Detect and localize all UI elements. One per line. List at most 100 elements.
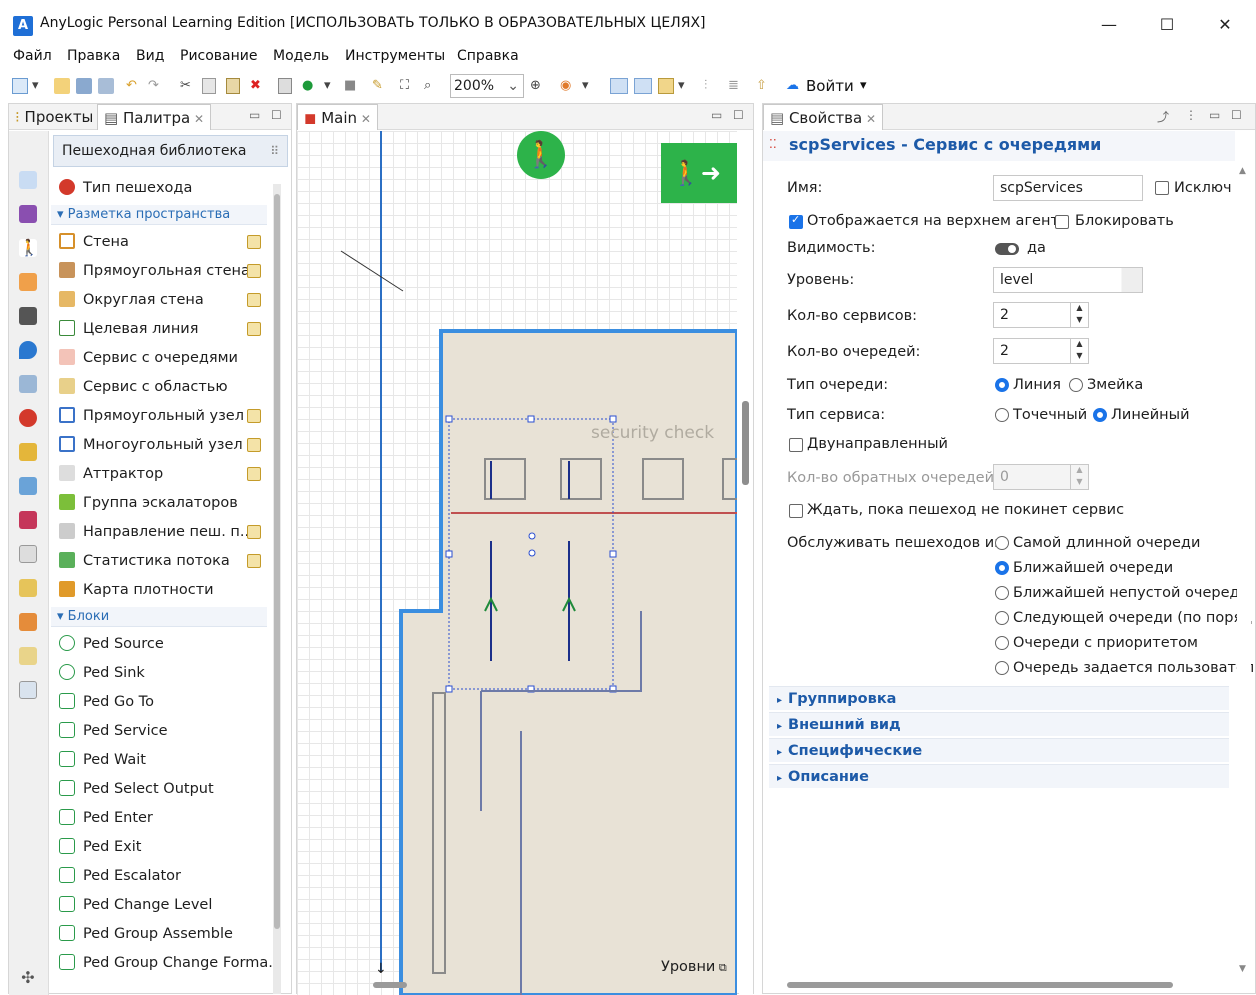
edit-pencil-icon[interactable] [247, 322, 261, 336]
menu-file[interactable]: Файл [13, 48, 52, 64]
exclude-checkbox[interactable] [1155, 181, 1169, 195]
menu-model[interactable]: Модель [273, 48, 329, 64]
selection-handle[interactable] [609, 415, 617, 423]
ped-source-icon[interactable]: 🚶 [517, 131, 565, 179]
queues-count-stepper[interactable]: ▲ ▼ [1070, 338, 1088, 364]
palette-item-space[interactable]: Аттрактор [59, 463, 163, 485]
tab-main[interactable]: ◼ Main ✕ [297, 104, 378, 130]
pin-view-icon[interactable]: ⤴ [1157, 108, 1169, 125]
palette-item-block[interactable]: Ped Escalator [59, 865, 181, 887]
services-count-input[interactable]: 2 ▲ ▼ [993, 302, 1089, 328]
sidebar-connectivity-icon[interactable] [19, 579, 37, 597]
view-menu-icon[interactable]: ⋮ [1185, 108, 1197, 122]
cut-icon[interactable]: ✂ [180, 78, 191, 94]
palette-item-space[interactable]: Целевая линия [59, 318, 198, 340]
scroll-up-arrow-icon[interactable]: ▲ [1239, 166, 1246, 176]
distribute-icon[interactable]: ≣ [728, 78, 739, 94]
align-icon[interactable]: ⫶ [704, 78, 707, 94]
edit-pencil-icon[interactable] [247, 409, 261, 423]
queues-count-input[interactable]: 2 ▲ ▼ [993, 338, 1089, 364]
palette-item-space[interactable]: Направление пеш. п... [59, 521, 254, 543]
edit-pencil-icon[interactable] [247, 293, 261, 307]
close-icon[interactable]: ✕ [190, 112, 204, 126]
minimize-button[interactable]: — [1094, 10, 1124, 40]
dropdown-arrow-icon[interactable]: ▾ [32, 78, 39, 94]
sidebar-rail-icon[interactable] [19, 273, 37, 291]
selection-handle[interactable] [445, 550, 453, 558]
layers-dropdown-icon[interactable]: ▾ [582, 78, 589, 94]
serve-from-radio[interactable] [995, 561, 1009, 575]
spread-icon[interactable]: ⇧ [756, 78, 767, 94]
palette-item-block[interactable]: Ped Go To [59, 691, 154, 713]
copy-icon[interactable] [202, 78, 216, 94]
sidebar-library-icon[interactable] [19, 681, 37, 699]
property-group-header[interactable]: ▸ Группировка [769, 686, 1229, 710]
level-select[interactable]: level [993, 267, 1143, 293]
zoom-level-select[interactable]: 200% ⌄ [450, 74, 524, 98]
palette-scrollbar-thumb[interactable] [274, 194, 280, 929]
layers-icon[interactable]: ◉ [560, 78, 571, 94]
menu-edit[interactable]: Правка [67, 48, 120, 64]
queue-type-snake-radio[interactable] [1069, 378, 1083, 392]
selection-handle[interactable] [445, 415, 453, 423]
service-type-point-radio[interactable] [995, 408, 1009, 422]
palette-item-block[interactable]: Ped Wait [59, 749, 146, 771]
palette-item-space[interactable]: Прямоугольная стена [59, 260, 250, 282]
palette-item-block[interactable]: Ped Change Level [59, 894, 212, 916]
maximize-view-icon[interactable]: ☐ [733, 108, 744, 122]
sidebar-process-icon[interactable] [19, 171, 37, 189]
service-type-linear-radio[interactable] [1093, 408, 1107, 422]
property-group-header[interactable]: ▸ Описание [769, 764, 1229, 788]
palette-item-block[interactable]: Ped Enter [59, 807, 153, 829]
scroll-down-arrow-icon[interactable]: ▼ [1239, 964, 1246, 974]
palette-item-space[interactable]: Многоугольный узел [59, 434, 243, 456]
shown-on-top-agent-checkbox[interactable]: ✓ [789, 213, 803, 229]
sidebar-space-icon[interactable] [19, 477, 37, 495]
palette-item-block[interactable]: Ped Service [59, 720, 168, 742]
sidebar-statechart-icon[interactable] [19, 409, 37, 427]
run-icon[interactable]: ● [302, 78, 313, 94]
palette-item-space[interactable]: Группа эскалаторов [59, 492, 238, 514]
tab-palette[interactable]: ▤ Палитра ✕ [97, 104, 212, 130]
stop-icon[interactable]: ■ [344, 78, 356, 94]
sidebar-analysis-icon[interactable] [19, 511, 37, 529]
rotation-handle[interactable] [528, 549, 536, 557]
zoom-in-icon[interactable]: ⊕ [530, 78, 541, 94]
palette-item-space[interactable]: Сервис с областью [59, 376, 228, 398]
palette-item-space[interactable]: Сервис с очередями [59, 347, 238, 369]
rotation-handle[interactable] [528, 532, 536, 540]
close-icon[interactable]: ✕ [357, 112, 371, 126]
close-button[interactable]: ✕ [1210, 10, 1240, 40]
canvas-vscrollbar-thumb[interactable] [742, 401, 749, 485]
pencil-tool-icon[interactable]: ✎ [372, 78, 383, 94]
undo-icon[interactable]: ↶ [126, 78, 137, 94]
palette-item-block[interactable]: Ped Source [59, 633, 164, 655]
snap-toggle-icon[interactable] [634, 78, 652, 94]
close-icon[interactable]: ✕ [862, 112, 876, 126]
arrange-icon[interactable] [658, 78, 674, 94]
maximize-view-icon[interactable]: ☐ [1231, 108, 1242, 122]
sidebar-presentation-icon[interactable] [19, 443, 37, 461]
edit-pencil-icon[interactable] [247, 525, 261, 539]
redo-icon[interactable]: ↷ [148, 78, 159, 94]
sidebar-pedestrian-icon[interactable]: 🚶 [19, 239, 39, 257]
section-blocks[interactable]: ▾ Блоки [51, 607, 267, 627]
menu-draw[interactable]: Рисование [180, 48, 258, 64]
palette-item-space[interactable]: Стена [59, 231, 129, 253]
palette-item-space[interactable]: Карта плотности [59, 579, 214, 601]
save-icon[interactable] [76, 78, 92, 94]
bidirectional-checkbox[interactable] [789, 438, 803, 452]
sidebar-road-icon[interactable] [19, 307, 37, 325]
palette-item-block[interactable]: Ped Group Assemble [59, 923, 233, 945]
properties-hscrollbar-thumb[interactable] [787, 982, 1173, 988]
canvas-vscrollbar[interactable] [739, 131, 753, 995]
palette-item-block[interactable]: Ped Select Output [59, 778, 214, 800]
edit-pencil-icon[interactable] [247, 264, 261, 278]
section-space-markup[interactable]: ▾ Разметка пространства [51, 205, 267, 225]
zoom-area-icon[interactable]: ⌕ [424, 78, 431, 94]
exit-sign-icon[interactable]: 🚶➜ [661, 143, 737, 203]
tab-projects[interactable]: ⁝ Проекты [9, 104, 99, 130]
minimize-view-icon[interactable]: ▭ [711, 108, 722, 122]
palette-item-block[interactable]: Ped Group Change Forma... [59, 952, 282, 974]
sidebar-controls-icon[interactable] [19, 545, 37, 563]
